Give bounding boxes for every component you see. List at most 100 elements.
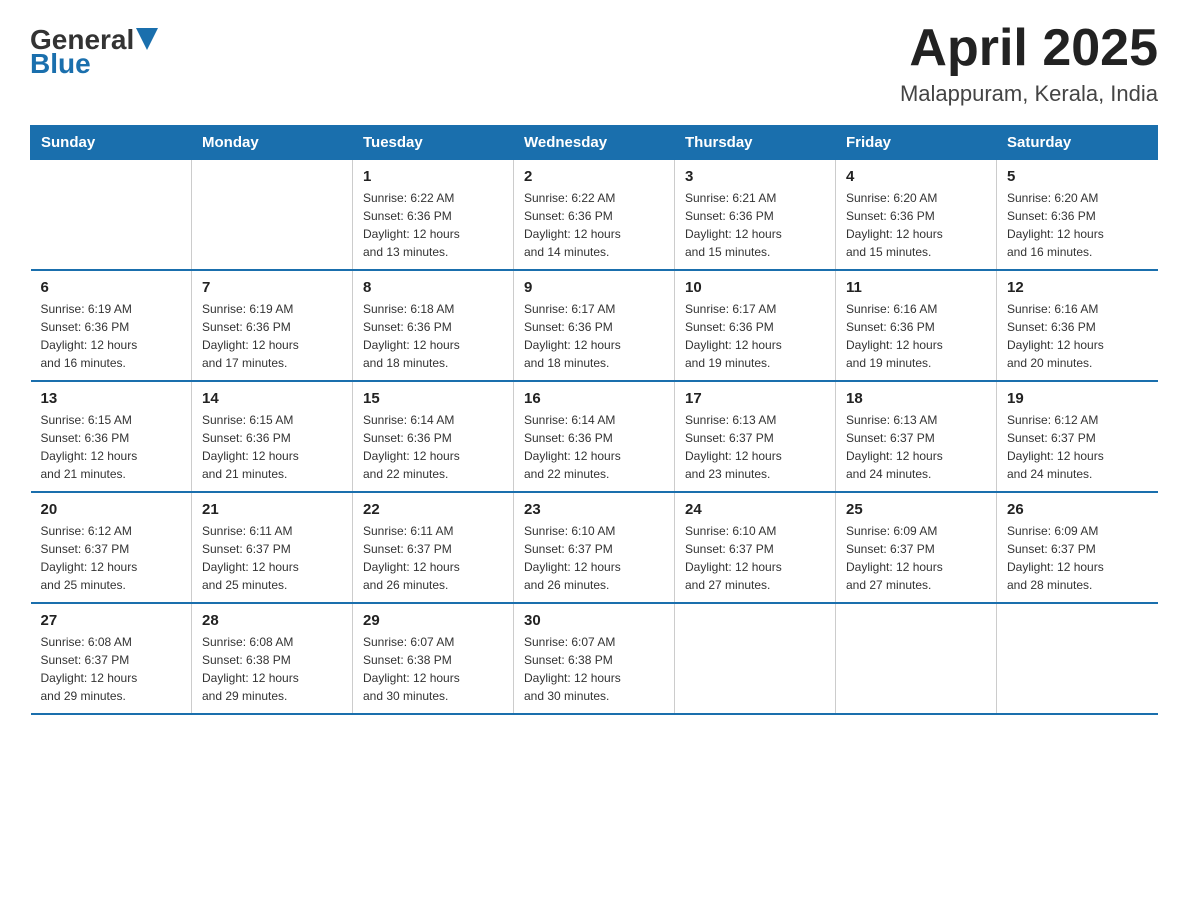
day-number: 15 xyxy=(363,390,503,407)
day-info: Sunrise: 6:17 AM Sunset: 6:36 PM Dayligh… xyxy=(524,300,664,372)
day-info: Sunrise: 6:19 AM Sunset: 6:36 PM Dayligh… xyxy=(202,300,342,372)
calendar-cell xyxy=(997,603,1158,714)
day-number: 12 xyxy=(1007,279,1148,296)
day-number: 20 xyxy=(41,501,182,518)
day-info: Sunrise: 6:09 AM Sunset: 6:37 PM Dayligh… xyxy=(846,522,986,594)
day-number: 27 xyxy=(41,612,182,629)
day-info: Sunrise: 6:14 AM Sunset: 6:36 PM Dayligh… xyxy=(524,411,664,483)
day-number: 26 xyxy=(1007,501,1148,518)
day-number: 19 xyxy=(1007,390,1148,407)
calendar-cell: 15 Sunrise: 6:14 AM Sunset: 6:36 PM Dayli… xyxy=(353,381,514,492)
day-number: 14 xyxy=(202,390,342,407)
day-info: Sunrise: 6:10 AM Sunset: 6:37 PM Dayligh… xyxy=(685,522,825,594)
logo: General Blue xyxy=(30,26,158,78)
calendar-cell: 28Sunrise: 6:08 AM Sunset: 6:38 PM Dayli… xyxy=(192,603,353,714)
logo-triangle-icon xyxy=(136,28,158,50)
day-number: 8 xyxy=(363,279,503,296)
day-info: Sunrise: 6:15 AM Sunset: 6:36 PM Dayligh… xyxy=(202,411,342,483)
calendar-cell: 3 Sunrise: 6:21 AM Sunset: 6:36 PM Daylig… xyxy=(675,160,836,271)
day-info: Sunrise: 6:20 AM Sunset: 6:36 PM Dayligh… xyxy=(1007,189,1148,261)
calendar-cell: 16 Sunrise: 6:14 AM Sunset: 6:36 PM Dayli… xyxy=(514,381,675,492)
header-saturday: Saturday xyxy=(997,126,1158,160)
day-number: 11 xyxy=(846,279,986,296)
calendar-cell: 7 Sunrise: 6:19 AM Sunset: 6:36 PM Daylig… xyxy=(192,270,353,381)
day-info: Sunrise: 6:13 AM Sunset: 6:37 PM Dayligh… xyxy=(685,411,825,483)
calendar-header-row: Sunday Monday Tuesday Wednesday Thursday… xyxy=(31,126,1158,160)
location-title: Malappuram, Kerala, India xyxy=(900,81,1158,107)
day-info: Sunrise: 6:18 AM Sunset: 6:36 PM Dayligh… xyxy=(363,300,503,372)
day-number: 9 xyxy=(524,279,664,296)
logo-blue-text: Blue xyxy=(30,50,91,78)
header-friday: Friday xyxy=(836,126,997,160)
calendar-week-row: 13Sunrise: 6:15 AM Sunset: 6:36 PM Dayli… xyxy=(31,381,1158,492)
calendar-cell: 14 Sunrise: 6:15 AM Sunset: 6:36 PM Dayli… xyxy=(192,381,353,492)
day-info: Sunrise: 6:14 AM Sunset: 6:36 PM Dayligh… xyxy=(363,411,503,483)
day-info: Sunrise: 6:11 AM Sunset: 6:37 PM Dayligh… xyxy=(202,522,342,594)
calendar-cell: 6Sunrise: 6:19 AM Sunset: 6:36 PM Daylig… xyxy=(31,270,192,381)
day-number: 10 xyxy=(685,279,825,296)
day-number: 30 xyxy=(524,612,664,629)
day-number: 17 xyxy=(685,390,825,407)
calendar-cell: 24 Sunrise: 6:10 AM Sunset: 6:37 PM Dayli… xyxy=(675,492,836,603)
calendar-cell: 13Sunrise: 6:15 AM Sunset: 6:36 PM Dayli… xyxy=(31,381,192,492)
calendar-cell: 11 Sunrise: 6:16 AM Sunset: 6:36 PM Dayli… xyxy=(836,270,997,381)
calendar-cell: 18 Sunrise: 6:13 AM Sunset: 6:37 PM Dayli… xyxy=(836,381,997,492)
day-info: Sunrise: 6:08 AM Sunset: 6:38 PM Dayligh… xyxy=(202,633,342,705)
calendar-cell: 21Sunrise: 6:11 AM Sunset: 6:37 PM Dayli… xyxy=(192,492,353,603)
header-sunday: Sunday xyxy=(31,126,192,160)
header-thursday: Thursday xyxy=(675,126,836,160)
calendar-cell: 23 Sunrise: 6:10 AM Sunset: 6:37 PM Dayli… xyxy=(514,492,675,603)
day-number: 25 xyxy=(846,501,986,518)
calendar-week-row: 1 Sunrise: 6:22 AM Sunset: 6:36 PM Daylig… xyxy=(31,160,1158,271)
calendar-cell xyxy=(31,160,192,271)
day-info: Sunrise: 6:22 AM Sunset: 6:36 PM Dayligh… xyxy=(363,189,503,261)
calendar-cell: 8 Sunrise: 6:18 AM Sunset: 6:36 PM Daylig… xyxy=(353,270,514,381)
calendar-cell: 10 Sunrise: 6:17 AM Sunset: 6:36 PM Dayli… xyxy=(675,270,836,381)
calendar-cell xyxy=(192,160,353,271)
day-info: Sunrise: 6:17 AM Sunset: 6:36 PM Dayligh… xyxy=(685,300,825,372)
calendar-cell: 2 Sunrise: 6:22 AM Sunset: 6:36 PM Daylig… xyxy=(514,160,675,271)
day-info: Sunrise: 6:09 AM Sunset: 6:37 PM Dayligh… xyxy=(1007,522,1148,594)
calendar-week-row: 27Sunrise: 6:08 AM Sunset: 6:37 PM Dayli… xyxy=(31,603,1158,714)
title-area: April 2025 Malappuram, Kerala, India xyxy=(900,20,1158,107)
day-info: Sunrise: 6:12 AM Sunset: 6:37 PM Dayligh… xyxy=(41,522,182,594)
day-info: Sunrise: 6:13 AM Sunset: 6:37 PM Dayligh… xyxy=(846,411,986,483)
day-info: Sunrise: 6:07 AM Sunset: 6:38 PM Dayligh… xyxy=(524,633,664,705)
day-number: 24 xyxy=(685,501,825,518)
day-info: Sunrise: 6:20 AM Sunset: 6:36 PM Dayligh… xyxy=(846,189,986,261)
calendar-cell: 1 Sunrise: 6:22 AM Sunset: 6:36 PM Daylig… xyxy=(353,160,514,271)
calendar-cell: 17 Sunrise: 6:13 AM Sunset: 6:37 PM Dayli… xyxy=(675,381,836,492)
day-info: Sunrise: 6:07 AM Sunset: 6:38 PM Dayligh… xyxy=(363,633,503,705)
calendar-cell: 26 Sunrise: 6:09 AM Sunset: 6:37 PM Dayli… xyxy=(997,492,1158,603)
day-number: 3 xyxy=(685,168,825,185)
calendar-cell xyxy=(675,603,836,714)
calendar-cell: 12Sunrise: 6:16 AM Sunset: 6:36 PM Dayli… xyxy=(997,270,1158,381)
day-info: Sunrise: 6:22 AM Sunset: 6:36 PM Dayligh… xyxy=(524,189,664,261)
calendar-table: Sunday Monday Tuesday Wednesday Thursday… xyxy=(30,125,1158,715)
day-info: Sunrise: 6:10 AM Sunset: 6:37 PM Dayligh… xyxy=(524,522,664,594)
day-info: Sunrise: 6:21 AM Sunset: 6:36 PM Dayligh… xyxy=(685,189,825,261)
day-number: 5 xyxy=(1007,168,1148,185)
day-number: 23 xyxy=(524,501,664,518)
calendar-cell: 19 Sunrise: 6:12 AM Sunset: 6:37 PM Dayli… xyxy=(997,381,1158,492)
calendar-cell: 22 Sunrise: 6:11 AM Sunset: 6:37 PM Dayli… xyxy=(353,492,514,603)
calendar-cell: 20 Sunrise: 6:12 AM Sunset: 6:37 PM Dayli… xyxy=(31,492,192,603)
day-number: 18 xyxy=(846,390,986,407)
day-number: 6 xyxy=(41,279,182,296)
day-info: Sunrise: 6:11 AM Sunset: 6:37 PM Dayligh… xyxy=(363,522,503,594)
day-number: 4 xyxy=(846,168,986,185)
day-number: 7 xyxy=(202,279,342,296)
calendar-cell xyxy=(836,603,997,714)
calendar-cell: 9 Sunrise: 6:17 AM Sunset: 6:36 PM Daylig… xyxy=(514,270,675,381)
day-info: Sunrise: 6:12 AM Sunset: 6:37 PM Dayligh… xyxy=(1007,411,1148,483)
calendar-cell: 27Sunrise: 6:08 AM Sunset: 6:37 PM Dayli… xyxy=(31,603,192,714)
header-tuesday: Tuesday xyxy=(353,126,514,160)
calendar-week-row: 6 Sunrise: 6:19 AM Sunset: 6:36 PM Daylig… xyxy=(31,270,1158,381)
day-number: 2 xyxy=(524,168,664,185)
calendar-cell: 4 Sunrise: 6:20 AM Sunset: 6:36 PM Daylig… xyxy=(836,160,997,271)
day-number: 29 xyxy=(363,612,503,629)
day-info: Sunrise: 6:16 AM Sunset: 6:36 PM Dayligh… xyxy=(846,300,986,372)
day-number: 22 xyxy=(363,501,503,518)
day-number: 1 xyxy=(363,168,503,185)
day-number: 16 xyxy=(524,390,664,407)
